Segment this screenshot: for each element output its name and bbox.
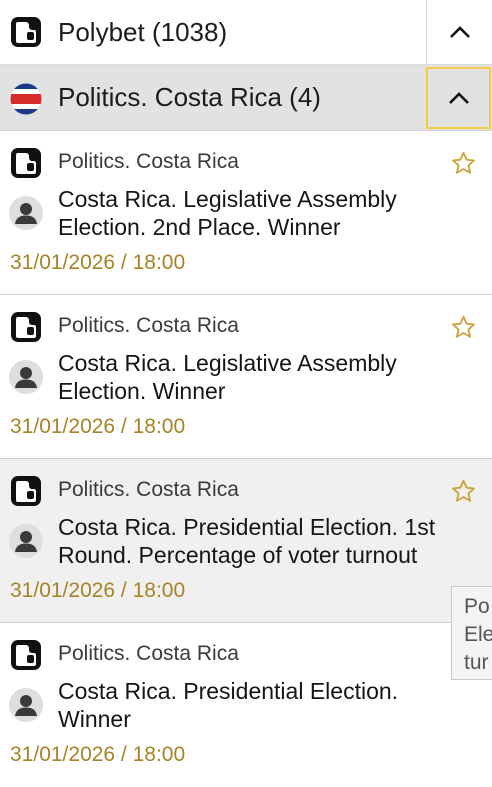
event-row[interactable]: Politics. Costa Rica Costa Rica. Preside…: [0, 623, 492, 787]
avatar-icon: [9, 196, 43, 230]
polybet-logo-icon: [11, 148, 41, 178]
polybet-logo-icon: [11, 476, 41, 506]
event-date: 31/01/2026 / 18:00: [10, 743, 186, 766]
event-category: Politics. Costa Rica: [58, 314, 239, 337]
costa-rica-flag-icon: [10, 83, 42, 115]
event-name[interactable]: Costa Rica. Presidential Election. Winne…: [58, 677, 458, 733]
event-name[interactable]: Costa Rica. Presidential Election. 1st R…: [58, 513, 458, 569]
star-icon[interactable]: [450, 150, 477, 177]
tooltip-line: tur: [464, 651, 489, 674]
polybet-logo-icon: [11, 312, 41, 342]
event-date: 31/01/2026 / 18:00: [10, 251, 186, 274]
tooltip: Po Ele tur: [451, 586, 492, 680]
section-title: Polybet (1038): [58, 17, 228, 47]
star-icon[interactable]: [450, 478, 477, 505]
event-name[interactable]: Costa Rica. Legislative Assembly Electio…: [58, 185, 458, 241]
collapse-subsection-button[interactable]: [426, 67, 491, 129]
event-category: Politics. Costa Rica: [58, 150, 239, 173]
tooltip-line: Po: [464, 595, 490, 618]
subsection-header[interactable]: Politics. Costa Rica (4): [0, 65, 492, 131]
polybet-logo-icon: [11, 640, 41, 670]
event-category: Politics. Costa Rica: [58, 642, 239, 665]
event-category: Politics. Costa Rica: [58, 478, 239, 501]
event-date: 31/01/2026 / 18:00: [10, 415, 186, 438]
tooltip-line: Ele: [464, 623, 492, 646]
avatar-icon: [9, 688, 43, 722]
chevron-up-icon: [448, 92, 469, 104]
event-row[interactable]: Politics. Costa Rica Costa Rica. Preside…: [0, 459, 492, 623]
chevron-up-icon: [449, 26, 470, 38]
event-date: 31/01/2026 / 18:00: [10, 579, 186, 602]
avatar-icon: [9, 524, 43, 558]
event-row[interactable]: Politics. Costa Rica Costa Rica. Legisla…: [0, 295, 492, 459]
section-header[interactable]: Polybet (1038): [0, 0, 492, 65]
collapse-section-button[interactable]: [426, 0, 492, 64]
polybet-logo-icon: [11, 17, 41, 47]
event-row[interactable]: Politics. Costa Rica Costa Rica. Legisla…: [0, 131, 492, 295]
avatar-icon: [9, 360, 43, 394]
star-icon[interactable]: [450, 314, 477, 341]
subsection-title: Politics. Costa Rica (4): [58, 82, 321, 112]
event-name[interactable]: Costa Rica. Legislative Assembly Electio…: [58, 349, 458, 405]
